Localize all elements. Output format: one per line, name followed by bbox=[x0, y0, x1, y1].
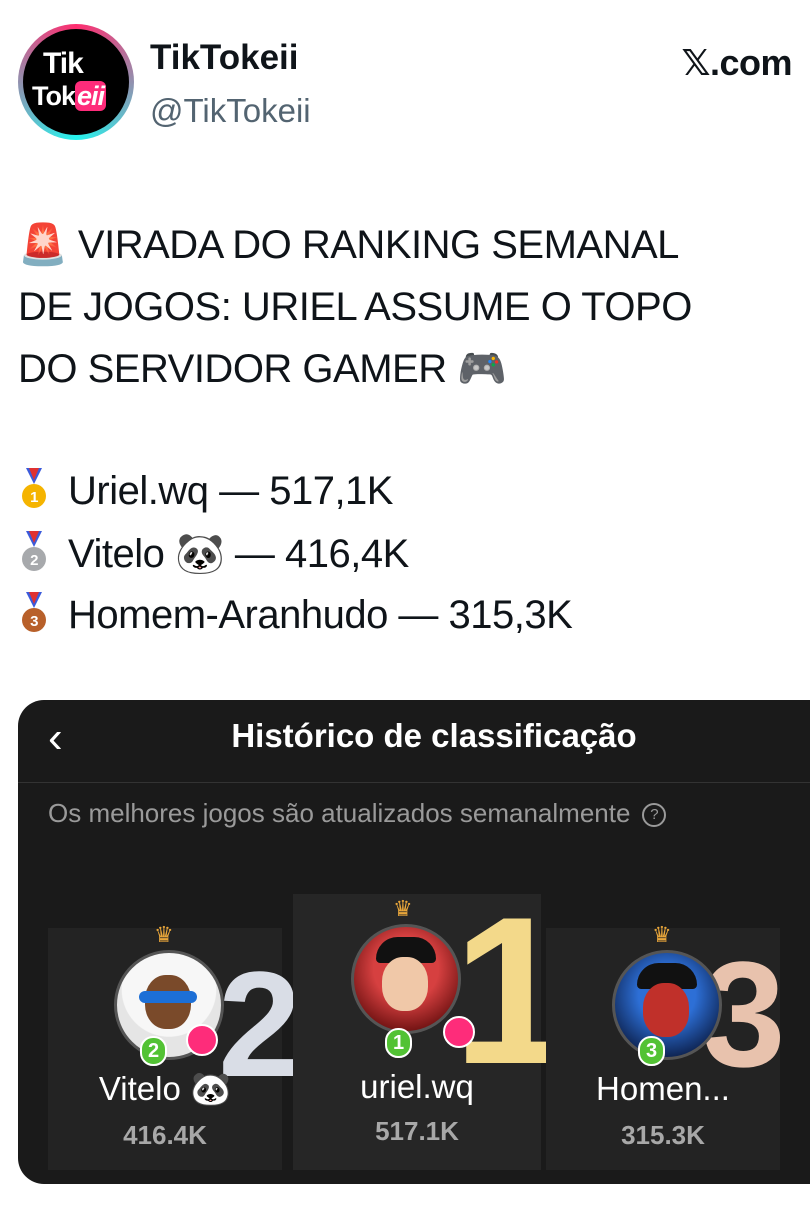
x-logo-source: 𝕏.com bbox=[681, 42, 792, 83]
avatar-face bbox=[382, 957, 428, 1011]
logo-text-tik: Tik bbox=[43, 47, 84, 80]
live-icon bbox=[186, 1024, 218, 1056]
avatar-face bbox=[643, 983, 689, 1037]
level-badge: 2 bbox=[140, 1036, 168, 1066]
live-icon bbox=[443, 1016, 475, 1048]
sunglasses-icon bbox=[139, 991, 197, 1003]
level-badge: 3 bbox=[638, 1036, 666, 1066]
crown-icon: ♛ bbox=[393, 896, 413, 921]
gold-medal-icon: 1 bbox=[18, 468, 50, 514]
post-headline: 🚨 VIRADA DO RANKING SEMANAL DE JOGOS: UR… bbox=[18, 214, 798, 400]
podium-slot-2[interactable]: 2 ♛ 2 Vitelo 🐼 416.4K bbox=[48, 922, 301, 1170]
ranking-text: Uriel.wq — 517,1K bbox=[68, 469, 393, 513]
crown-icon: ♛ bbox=[652, 922, 672, 947]
player-name: uriel.wq bbox=[360, 1068, 474, 1105]
ranking-text: Vitelo 🐼 — 416,4K bbox=[68, 532, 409, 576]
ranking-item-2: 2 Vitelo 🐼 — 416,4K bbox=[18, 530, 409, 577]
subtitle-text: Os melhores jogos são atualizados semana… bbox=[48, 798, 631, 828]
help-icon[interactable]: ? bbox=[642, 803, 667, 827]
card-header: ‹ Histórico de classificação bbox=[18, 700, 810, 783]
user-handle[interactable]: @TikTokeii bbox=[150, 92, 311, 130]
ranking-item-1: 1 Uriel.wq — 517,1K bbox=[18, 468, 393, 514]
ranking-history-card[interactable]: ‹ Histórico de classificação Os melhores… bbox=[18, 700, 810, 1184]
tiktokeii-logo: Tik Tokeii bbox=[23, 29, 129, 135]
player-score: 416.4K bbox=[123, 1120, 207, 1150]
silver-medal-icon: 2 bbox=[18, 531, 50, 577]
avatar bbox=[351, 924, 461, 1034]
ranking-text: Homem-Aranhudo — 315,3K bbox=[68, 593, 573, 637]
level-badge: 1 bbox=[385, 1028, 413, 1058]
headline-line: 🚨 VIRADA DO RANKING SEMANAL bbox=[18, 223, 679, 267]
player-score: 315.3K bbox=[621, 1120, 705, 1150]
display-name[interactable]: TikTokeii bbox=[150, 38, 298, 78]
avatar bbox=[612, 950, 722, 1060]
svg-text:1: 1 bbox=[30, 489, 38, 506]
player-score: 517.1K bbox=[375, 1116, 459, 1146]
card-subtitle: Os melhores jogos são atualizados semana… bbox=[48, 798, 667, 829]
card-title: Histórico de classificação bbox=[231, 717, 637, 754]
logo-text-tokeii: Tokeii bbox=[32, 81, 107, 111]
player-name: Vitelo 🐼 bbox=[98, 1070, 232, 1107]
headline-line: DE JOGOS: URIEL ASSUME O TOPO bbox=[18, 285, 692, 329]
svg-text:2: 2 bbox=[30, 552, 38, 569]
svg-text:3: 3 bbox=[30, 613, 38, 630]
headline-line: DO SERVIDOR GAMER 🎮 bbox=[18, 347, 507, 391]
podium-slot-3[interactable]: 3 ♛ 3 Homen... 315.3K bbox=[546, 922, 785, 1170]
player-name: Homen... bbox=[596, 1070, 730, 1107]
ranking-item-3: 3 Homem-Aranhudo — 315,3K bbox=[18, 592, 573, 638]
profile-avatar[interactable]: Tik Tokeii bbox=[18, 24, 134, 140]
crown-icon: ♛ bbox=[154, 922, 174, 947]
bronze-medal-icon: 3 bbox=[18, 592, 50, 638]
podium-slot-1[interactable]: 1 ♛ 1 uriel.wq 517.1K bbox=[293, 873, 570, 1170]
